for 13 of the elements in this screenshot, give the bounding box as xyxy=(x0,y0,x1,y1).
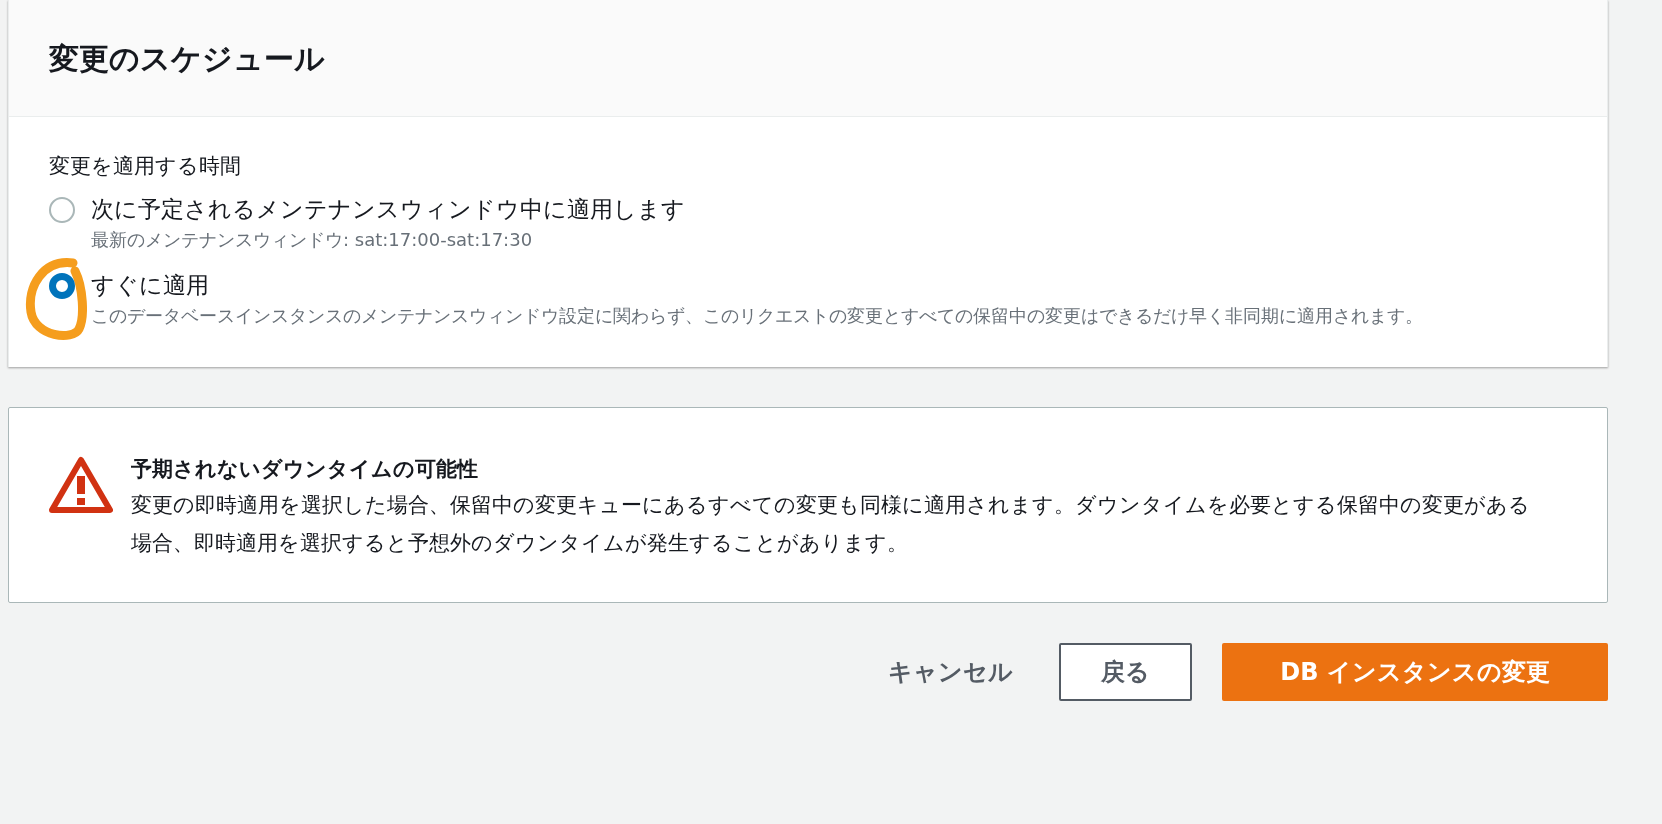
back-button[interactable]: 戻る xyxy=(1059,642,1192,701)
warning-title: 予期されないダウンタイムの可能性 xyxy=(131,455,479,483)
radio-button[interactable] xyxy=(49,196,75,223)
field-label: 変更を適用する時間 xyxy=(49,153,242,180)
radio-button[interactable] xyxy=(49,272,75,299)
option-description: 最新のメンテナンスウィンドウ: sat:17:00-sat:17:30 xyxy=(91,227,534,252)
option-description: このデータベースインスタンスのメンテナンスウィンドウ設定に関わらず、このリクエストの変更とすべての保留中の変更はできるだけ早く非同期に適用されます。 xyxy=(91,303,1423,328)
card-title: 変更のスケジュール xyxy=(49,39,325,78)
warning-text: 変更の即時適用を選択した場合、保留中の変更キューにあるすべての変更も同様に適用されます。ダウンタイムを必要とする保留中の変更がある場合、即時適用を選択すると予想外のダウンタイムが発生することがあります。 xyxy=(131,491,1531,557)
cancel-button[interactable]: キャンセル xyxy=(872,642,1029,701)
option-label[interactable]: すぐに適用 xyxy=(91,268,1423,301)
option-label[interactable]: 次に予定されるメンテナンスウィンドウ中に適用します xyxy=(91,192,685,225)
warning-icon xyxy=(49,455,113,514)
